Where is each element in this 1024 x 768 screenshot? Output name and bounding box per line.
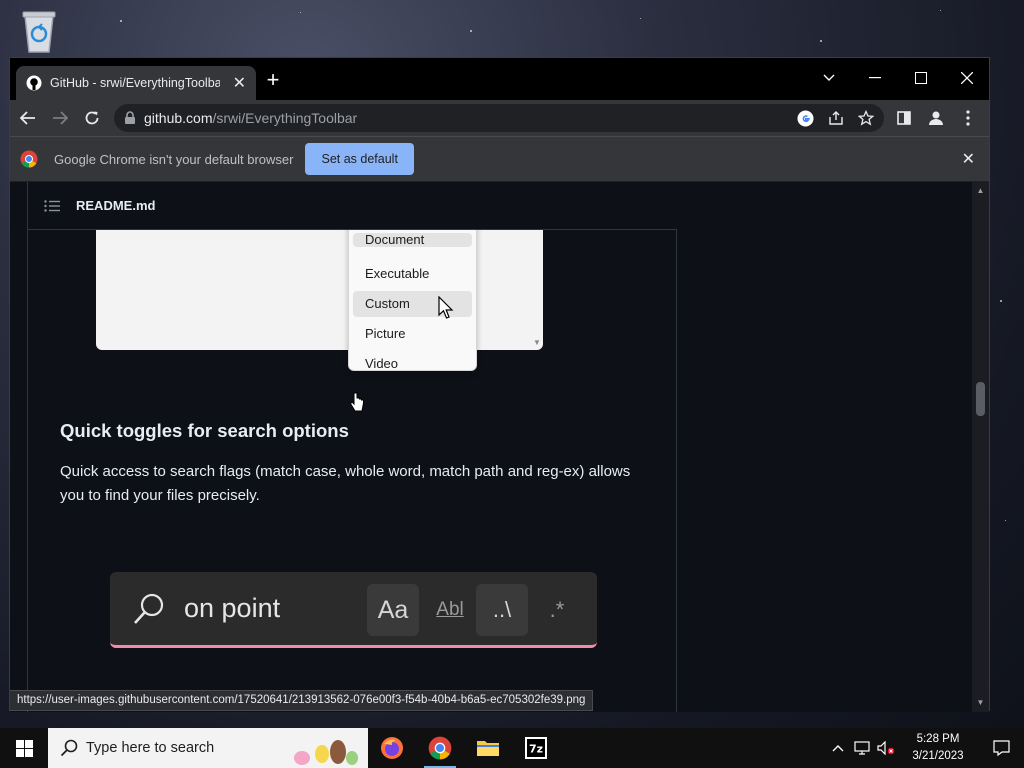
side-panel-icon[interactable] [888, 102, 920, 134]
close-window-button[interactable] [951, 64, 983, 92]
svg-text:7z: 7z [529, 743, 543, 756]
tab-title: GitHub - srwi/EverythingToolbar [50, 76, 220, 90]
forward-button[interactable] [44, 102, 76, 134]
star [820, 40, 822, 42]
taskbar-search-box[interactable]: Type here to search [48, 728, 368, 768]
menu-item-video[interactable]: Video [353, 351, 472, 377]
search-demo-query: on point [184, 593, 281, 623]
match-case-toggle: Aa [367, 584, 419, 636]
browser-tab[interactable]: GitHub - srwi/EverythingToolbar ✕ [16, 66, 256, 100]
7zip-taskbar-icon[interactable]: 7z [512, 728, 560, 768]
search-icon [60, 739, 78, 757]
browser-toolbar: github.com/srwi/EverythingToolbar [10, 100, 989, 136]
page-content: README.md ▼ Document Executable Custom P… [10, 182, 974, 712]
system-tray: 5:28 PM 3/21/2023 [826, 728, 1024, 768]
start-button[interactable] [0, 728, 48, 768]
profile-icon[interactable] [920, 102, 952, 134]
tab-close-icon[interactable]: ✕ [233, 73, 246, 93]
hand-cursor-icon [349, 392, 364, 412]
chrome-taskbar-icon[interactable] [416, 728, 464, 768]
star [120, 20, 122, 22]
infobar-message: Google Chrome isn't your default browser [54, 151, 294, 167]
lock-icon[interactable] [124, 111, 136, 125]
share-icon[interactable] [828, 110, 844, 126]
search-icon [134, 593, 164, 624]
chevron-up-icon[interactable] [826, 728, 850, 768]
menu-kebab-icon[interactable] [952, 102, 984, 134]
notification-center-icon[interactable] [978, 728, 1024, 768]
page-scrollbar[interactable]: ▲ ▼ [972, 182, 989, 712]
readme-column: README.md ▼ Document Executable Custom P… [27, 182, 677, 712]
scroll-up-icon[interactable]: ▲ [976, 186, 985, 195]
file-explorer-taskbar-icon[interactable] [464, 728, 512, 768]
star [640, 18, 641, 19]
clock-date: 3/21/2023 [912, 750, 964, 762]
outline-list-icon[interactable] [44, 199, 60, 212]
star [300, 12, 301, 13]
readme-file-name[interactable]: README.md [76, 198, 155, 213]
recycle-bin-icon[interactable] [18, 8, 60, 54]
default-browser-infobar: Google Chrome isn't your default browser… [10, 136, 989, 181]
match-path-toggle: ..\ [476, 584, 528, 636]
chrome-logo-icon [20, 150, 38, 168]
bookmark-star-icon[interactable] [858, 110, 874, 126]
taskbar-search-placeholder: Type here to search [86, 740, 215, 756]
whole-word-toggle: Abl [436, 599, 464, 620]
scrollbar-thumb[interactable] [976, 382, 985, 416]
scroll-down-icon[interactable]: ▼ [976, 698, 985, 707]
menu-item-picture[interactable]: Picture [353, 321, 472, 347]
tab-search-icon[interactable] [813, 64, 845, 92]
menu-item-executable[interactable]: Executable [353, 261, 472, 287]
back-button[interactable] [12, 102, 44, 134]
taskbar: Type here to search 7z 5:28 PM 3/21/2023 [0, 728, 1024, 768]
windows-logo-icon [15, 739, 33, 757]
new-tab-button[interactable]: + [262, 69, 284, 92]
volume-muted-icon[interactable] [874, 728, 898, 768]
url-text: github.com/srwi/EverythingToolbar [144, 110, 358, 126]
menu-item-document[interactable]: Document [353, 233, 472, 247]
section-paragraph: Quick access to search flags (match case… [60, 463, 631, 504]
firefox-taskbar-icon[interactable] [368, 728, 416, 768]
set-default-button[interactable]: Set as default [305, 143, 414, 175]
star [470, 30, 472, 32]
clock-time: 5:28 PM [916, 733, 960, 745]
address-bar[interactable]: github.com/srwi/EverythingToolbar [114, 104, 884, 132]
network-icon[interactable] [850, 728, 874, 768]
easter-eggs-icon [294, 740, 358, 765]
chevron-down-icon: ▼ [533, 338, 541, 347]
search-demo-image[interactable]: on point Aa Abl ..\ .* [110, 572, 597, 648]
star [940, 10, 941, 11]
maximize-button[interactable] [905, 64, 937, 92]
mouse-pointer-icon [438, 296, 454, 319]
title-bar: GitHub - srwi/EverythingToolbar ✕ + [10, 58, 989, 100]
reload-button[interactable] [76, 102, 108, 134]
menu-item-custom[interactable]: Custom [353, 291, 472, 317]
google-lens-icon[interactable] [797, 109, 814, 127]
star [1000, 300, 1002, 302]
status-bubble-url: https://user-images.githubusercontent.co… [10, 690, 594, 711]
github-icon [26, 75, 42, 91]
regex-toggle: .* [549, 597, 565, 622]
readme-header: README.md [28, 182, 677, 230]
star [1005, 520, 1006, 521]
clock[interactable]: 5:28 PM 3/21/2023 [898, 731, 978, 765]
section-heading: Quick toggles for search options [60, 420, 349, 441]
infobar-close-icon[interactable]: ✕ [962, 149, 975, 169]
minimize-button[interactable] [859, 64, 891, 92]
chrome-window: GitHub - srwi/EverythingToolbar ✕ + gith… [9, 57, 990, 712]
